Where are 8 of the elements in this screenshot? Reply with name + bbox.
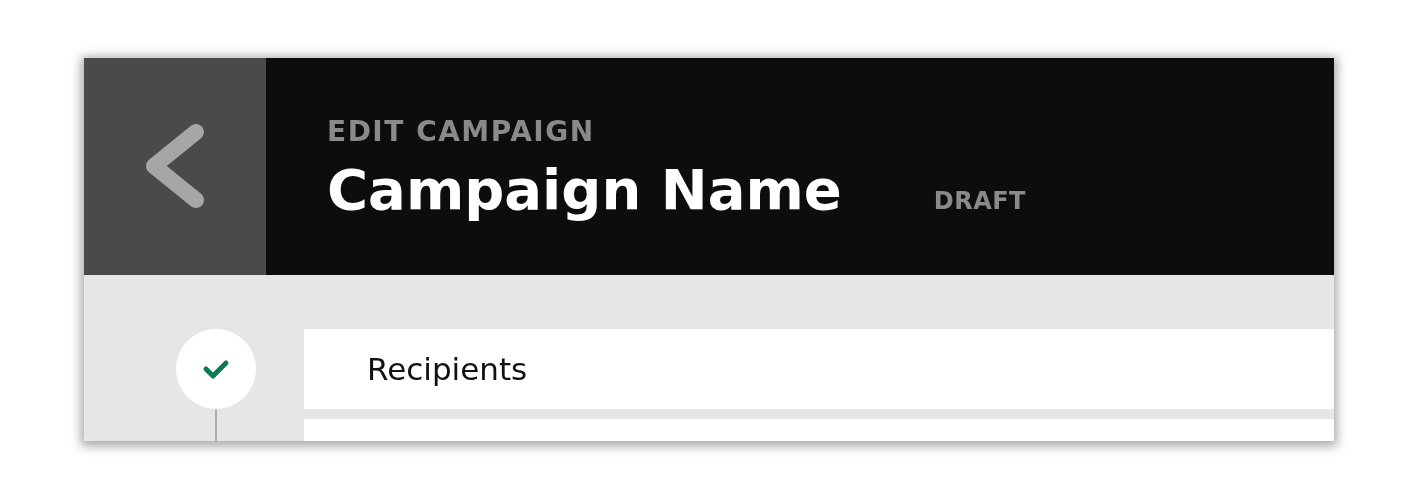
step-card[interactable]: Recipients bbox=[304, 329, 1334, 409]
campaign-title: Campaign Name bbox=[327, 156, 842, 224]
chevron-left-icon bbox=[144, 123, 206, 208]
status-label: DRAFT bbox=[933, 187, 1026, 215]
check-icon bbox=[202, 358, 230, 380]
back-button[interactable] bbox=[84, 58, 266, 275]
step-label: Recipients bbox=[367, 351, 528, 387]
page-eyebrow: EDIT CAMPAIGN bbox=[327, 114, 596, 150]
